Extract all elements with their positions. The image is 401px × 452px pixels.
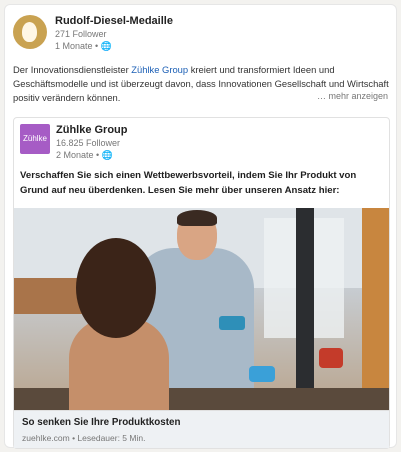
globe-icon: 🌐: [100, 41, 112, 51]
blue-object: [249, 366, 275, 382]
shared-post-text: Verschaffen Sie sich einen Wettbewerbsvo…: [20, 170, 357, 196]
post-time: 1 Monate •: [55, 41, 99, 51]
globe-icon: 🌐: [101, 150, 113, 160]
device: [219, 316, 245, 330]
pillar: [296, 208, 314, 410]
author-name[interactable]: Rudolf-Diesel-Medaille: [55, 15, 173, 28]
company-logo[interactable]: Zühlke: [20, 124, 50, 154]
article-title[interactable]: So senken Sie Ihre Produktkosten: [22, 417, 180, 428]
shared-post-meta: 2 Monate • 🌐: [56, 149, 128, 161]
company-logo-text: Zühlke: [22, 134, 47, 143]
orange-panel: [362, 208, 389, 410]
post-meta: 1 Monate • 🌐: [55, 40, 173, 52]
author-followers: 271 Follower: [55, 29, 107, 39]
woman-hair: [76, 238, 156, 338]
post-header: Rudolf-Diesel-Medaille 271 Follower 1 Mo…: [13, 13, 383, 57]
article-footer[interactable]: So senken Sie Ihre Produktkosten zuehlke…: [14, 410, 389, 448]
author-info: Rudolf-Diesel-Medaille 271 Follower 1 Mo…: [55, 15, 173, 52]
medal-logo-icon: [22, 22, 37, 42]
shared-author-info: Zühlke Group 16.825 Follower 2 Monate • …: [56, 124, 128, 161]
post-text-pre: Der Innovationsdienstleister: [13, 64, 132, 75]
shared-company-name[interactable]: Zühlke Group: [56, 124, 128, 137]
post-card: Rudolf-Diesel-Medaille 271 Follower 1 Mo…: [4, 4, 397, 449]
article-source: zuehlke.com • Lesedauer: 5 Min.: [22, 433, 146, 443]
man-hair: [177, 210, 217, 226]
red-object: [319, 348, 343, 368]
shared-post: Zühlke Zühlke Group 16.825 Follower 2 Mo…: [13, 117, 390, 449]
show-more-link[interactable]: … mehr anzeigen: [317, 91, 388, 101]
shared-post-time: 2 Monate •: [56, 150, 100, 160]
article-image[interactable]: [14, 208, 389, 410]
company-mention-link[interactable]: Zühlke Group: [131, 64, 188, 75]
author-avatar[interactable]: [13, 15, 47, 49]
shared-company-followers: 16.825 Follower: [56, 138, 121, 148]
